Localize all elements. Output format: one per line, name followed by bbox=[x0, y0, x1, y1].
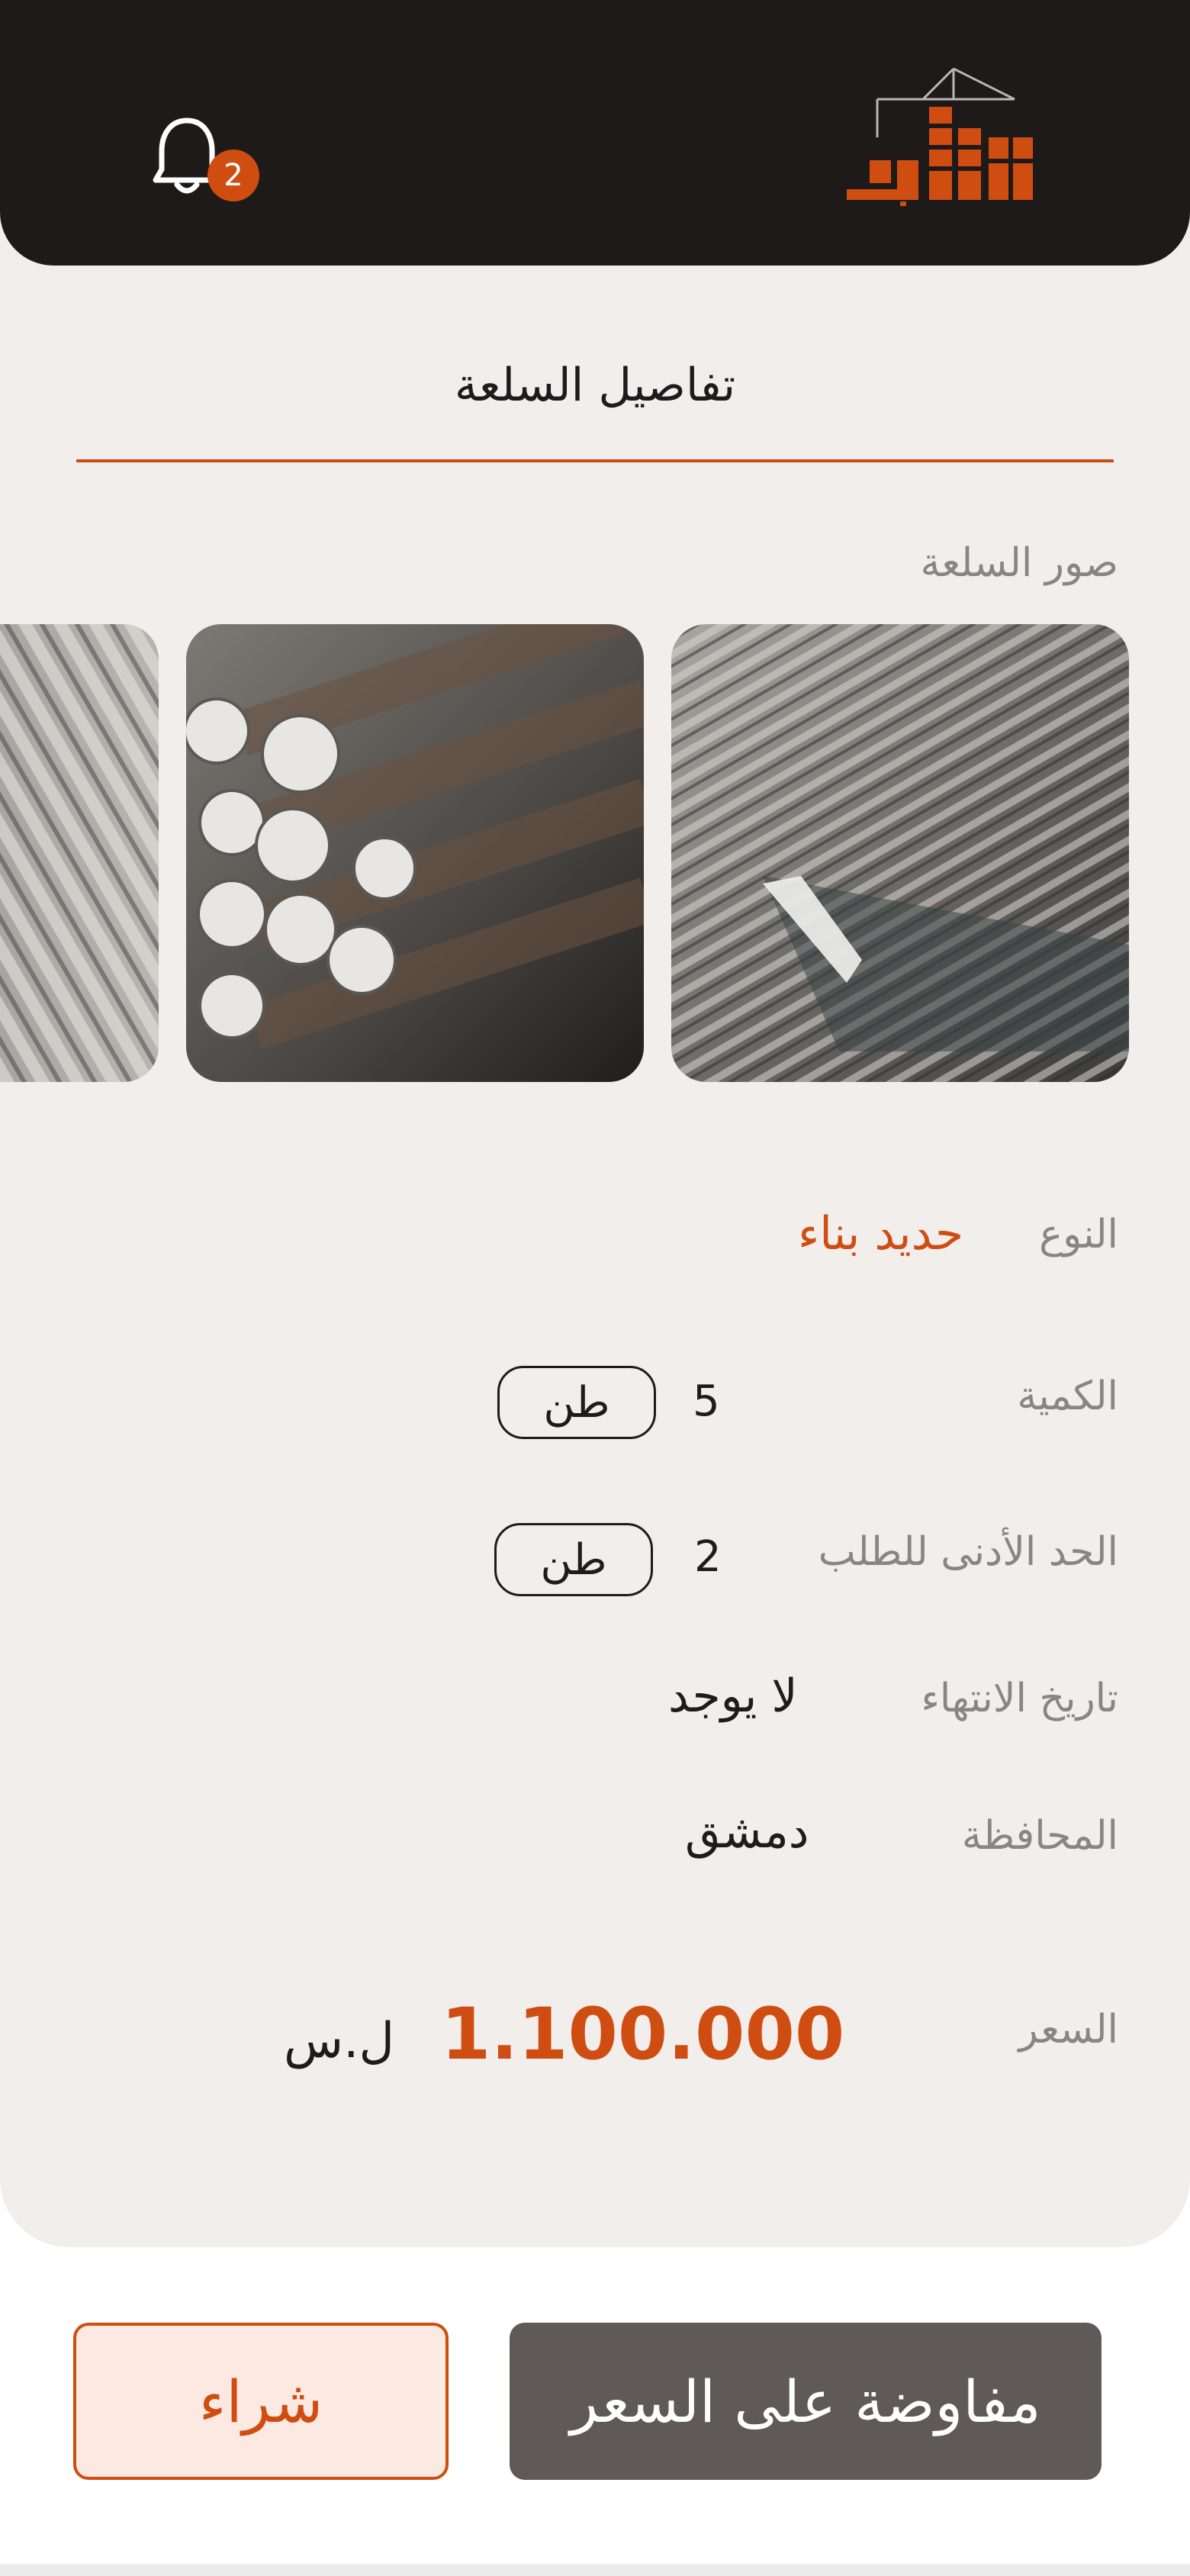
rebar-bundle-photo[interactable] bbox=[671, 624, 1129, 1082]
expiry-date-label: تاريخ الانتهاء bbox=[921, 1676, 1118, 1721]
governorate-label: المحافظة bbox=[961, 1813, 1118, 1859]
price-value: 1.100.000 bbox=[441, 1993, 845, 2076]
governorate-value: دمشق bbox=[685, 1805, 809, 1859]
min-order-unit-badge: طن bbox=[494, 1523, 653, 1596]
crane-brick-logo bbox=[847, 61, 1037, 206]
currency-label: ل.س bbox=[284, 2013, 394, 2069]
price-label: السعر bbox=[1018, 2007, 1118, 2053]
negotiate-price-button[interactable]: مفاوضة على السعر bbox=[510, 2323, 1102, 2480]
type-value: حديد بناء bbox=[798, 1207, 964, 1261]
rebar-stack-photo[interactable] bbox=[0, 624, 159, 1082]
bottom-edge bbox=[0, 2564, 1190, 2576]
images-section-label: صور السلعة bbox=[920, 540, 1118, 586]
buy-button[interactable]: شراء bbox=[73, 2323, 449, 2480]
notification-badge: 2 bbox=[207, 150, 259, 201]
expiry-date-value: لا يوجد bbox=[668, 1670, 798, 1723]
product-image-gallery[interactable] bbox=[0, 624, 1190, 1084]
app-header: 2 bbox=[0, 0, 1190, 266]
rebar-ends-photo[interactable] bbox=[186, 624, 644, 1082]
quantity-value: 5 bbox=[693, 1377, 720, 1426]
product-details-card bbox=[0, 191, 1190, 2247]
quantity-unit-badge: طن bbox=[497, 1366, 656, 1439]
quantity-label: الكمية bbox=[1017, 1373, 1118, 1419]
min-order-label: الحد الأدنى للطلب bbox=[818, 1529, 1118, 1575]
page-title: تفاصيل السلعة bbox=[454, 359, 736, 412]
title-divider bbox=[76, 459, 1114, 462]
type-label: النوع bbox=[1039, 1212, 1118, 1257]
min-order-value: 2 bbox=[694, 1532, 722, 1582]
